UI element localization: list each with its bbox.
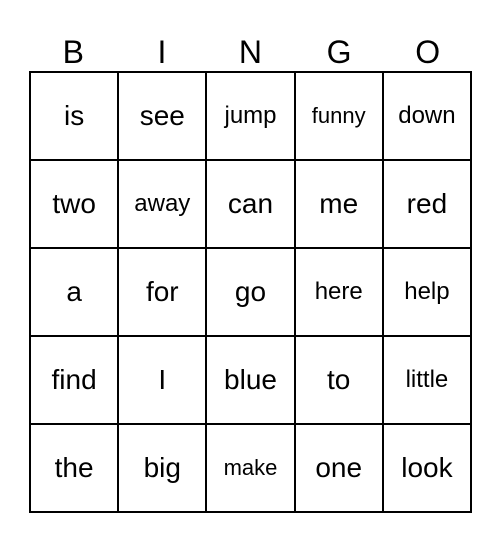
bingo-row: a for go here help: [31, 249, 473, 337]
bingo-cell[interactable]: big: [119, 425, 208, 513]
bingo-cell[interactable]: jump: [207, 73, 296, 161]
bingo-header-letter-o: O: [415, 34, 441, 70]
bingo-cell-word: find: [51, 364, 97, 395]
bingo-cell-word: me: [319, 188, 359, 219]
bingo-cell[interactable]: away: [119, 161, 208, 249]
bingo-header-row: B I N G O: [29, 16, 472, 71]
bingo-cell[interactable]: one: [295, 425, 384, 513]
bingo-cell[interactable]: look: [383, 425, 473, 513]
bingo-cell[interactable]: blue: [207, 337, 296, 425]
bingo-cell-word: go: [234, 276, 267, 307]
bingo-cell-word: jump: [224, 102, 277, 129]
bingo-row: two away can me red: [31, 161, 473, 249]
bingo-cell[interactable]: can: [207, 161, 296, 249]
bingo-header-letter-b: B: [62, 34, 84, 70]
bingo-cell[interactable]: is: [31, 73, 120, 161]
bingo-cell-word: big: [143, 452, 181, 483]
bingo-cell[interactable]: for: [119, 249, 208, 337]
bingo-cell-word: a: [66, 276, 82, 307]
bingo-cell-word: red: [406, 188, 448, 219]
bingo-cell[interactable]: I: [119, 337, 208, 425]
bingo-cell-word: little: [405, 366, 449, 393]
bingo-cell-word: help: [404, 278, 450, 305]
bingo-cell-word: I: [158, 364, 167, 395]
bingo-cell-word: for: [145, 276, 179, 307]
bingo-cell[interactable]: two: [31, 161, 120, 249]
bingo-cell[interactable]: red: [383, 161, 473, 249]
bingo-cell[interactable]: the: [31, 425, 120, 513]
bingo-cell-word: make: [223, 455, 278, 480]
bingo-cell[interactable]: find: [31, 337, 120, 425]
bingo-cell[interactable]: down: [383, 73, 473, 161]
bingo-grid: is see jump funny down two away can me r…: [29, 71, 473, 513]
bingo-header-letter-i: I: [157, 34, 167, 70]
bingo-cell[interactable]: here: [295, 249, 384, 337]
bingo-cell[interactable]: little: [383, 337, 473, 425]
bingo-cell[interactable]: to: [295, 337, 384, 425]
bingo-cell[interactable]: see: [119, 73, 208, 161]
bingo-row: find I blue to little: [31, 337, 473, 425]
bingo-cell-word: funny: [311, 103, 366, 128]
bingo-cell[interactable]: make: [207, 425, 296, 513]
bingo-cell-word: down: [398, 102, 456, 129]
bingo-cell-word: away: [134, 190, 191, 217]
bingo-cell[interactable]: help: [383, 249, 473, 337]
bingo-cell-word: two: [52, 188, 96, 219]
bingo-cell[interactable]: a: [31, 249, 120, 337]
bingo-row: the big make one look: [31, 425, 473, 513]
bingo-cell-word: look: [401, 452, 453, 483]
bingo-cell[interactable]: go: [207, 249, 296, 337]
bingo-row: is see jump funny down: [31, 73, 473, 161]
bingo-cell-word: see: [139, 100, 185, 131]
bingo-card: B I N G O is see jump funny down two awa…: [29, 16, 473, 513]
bingo-cell-word: blue: [224, 364, 277, 395]
bingo-header-letter-g: G: [326, 34, 352, 70]
bingo-cell-word: can: [227, 188, 274, 219]
bingo-cell-word: the: [54, 452, 94, 483]
bingo-cell-word: here: [314, 278, 363, 305]
bingo-cell[interactable]: me: [295, 161, 384, 249]
bingo-cell[interactable]: funny: [295, 73, 384, 161]
bingo-cell-word: is: [63, 100, 85, 131]
bingo-cell-word: to: [327, 364, 351, 395]
bingo-cell-word: one: [315, 452, 363, 483]
bingo-header-letter-n: N: [238, 34, 263, 70]
